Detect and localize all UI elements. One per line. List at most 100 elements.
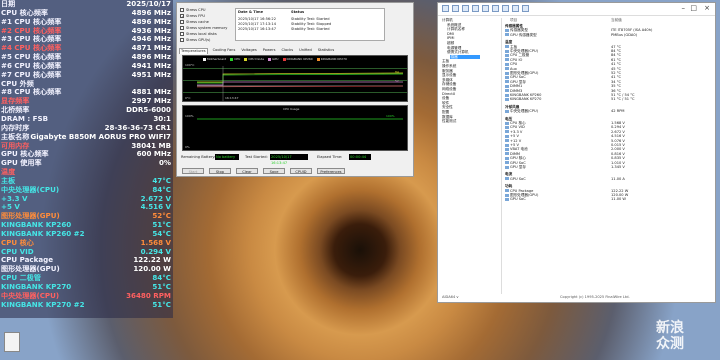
tools-icon[interactable]	[512, 5, 519, 12]
clear-button[interactable]: Clear	[236, 168, 258, 174]
osd-row: 中央处理器(CPU) 36480 RPM	[0, 292, 173, 301]
tab-statistics[interactable]: Statistics	[317, 48, 335, 54]
osd-value: 4951 MHz	[131, 70, 171, 79]
usage-line	[197, 118, 403, 120]
checkbox[interactable]	[180, 8, 184, 12]
desktop-file-icon[interactable]	[4, 332, 20, 352]
checkbox[interactable]	[180, 26, 184, 30]
start-button[interactable]: Start	[182, 168, 204, 174]
sensor-name: GPU SoC	[510, 160, 526, 165]
osd-label: CPU VID	[1, 247, 34, 256]
tab-voltages[interactable]: Voltages	[240, 48, 257, 54]
tab-temperatures[interactable]: Temperatures	[179, 48, 208, 54]
tab-cooling-fans[interactable]: Cooling Fans	[212, 48, 237, 54]
checkbox[interactable]	[180, 38, 184, 42]
osd-row: KINGBANK KP270 #2 51°C	[0, 301, 173, 310]
help-icon[interactable]	[522, 5, 529, 12]
checkbox[interactable]	[180, 32, 184, 36]
osd-row: CPU 核心 1.568 V	[0, 239, 173, 248]
sensor-value: 51 °C / 54 °C	[611, 93, 635, 97]
sensor-name: CPU VID	[510, 125, 525, 130]
minimize-icon[interactable]: –	[682, 4, 686, 12]
back-icon[interactable]	[442, 5, 449, 12]
sensor-icon	[505, 58, 509, 62]
osd-value: 51°C	[152, 300, 171, 309]
tab-powers[interactable]: Powers	[262, 48, 277, 54]
osd-value: 4896 MHz	[131, 8, 171, 17]
sensor-value: 41 °C	[611, 75, 622, 80]
osd-value: 2.672 V	[140, 194, 171, 203]
sensor-window[interactable]: – □ × 计算机 系统概述 计算机名称 DMI IPMI 超频 电源管理 便携式计算机 传感器…	[437, 2, 716, 303]
osd-row: #7 CPU 核心频率 4951 MHz	[0, 71, 173, 80]
navigation-tree: 计算机 系统概述 计算机名称 DMI IPMI 超频 电源管理 便携式计算机 传感器 主板 操作系统…	[440, 18, 502, 294]
stability-test-window[interactable]: Stress CPU ✓ Stress FPU Stress cache Stress …	[176, 2, 414, 177]
sensor-value: 36 °C	[611, 88, 622, 93]
sensor-name: CPU Package	[510, 188, 534, 193]
tree-item[interactable]: DirectX	[442, 92, 455, 96]
save-button[interactable]: Save	[263, 168, 285, 174]
sensor-value: 2.672 V	[611, 129, 625, 134]
sensor-value: 1.568 V	[611, 121, 625, 125]
graph-tabs: Temperatures Cooling Fans Voltages Powers Cl…	[179, 48, 335, 54]
sensor-icon	[505, 89, 509, 93]
wm-char: 测	[670, 336, 684, 352]
sensor-name: DIMM1	[510, 84, 523, 89]
sensor-value: 0.015 V	[611, 143, 625, 147]
sensor-icon	[505, 121, 509, 125]
log-time: 2025/10/17 17:13:14	[238, 22, 276, 26]
osd-value: 600 MHz	[136, 150, 171, 159]
tree-item[interactable]: DMI	[447, 32, 454, 36]
graph-tag: 52	[395, 79, 399, 83]
sensor-name: GPU 传感器类型	[510, 32, 537, 37]
osd-label: KINGBANK KP270 #2	[1, 300, 85, 309]
osd-row: 可用内存 38041 MB	[0, 142, 173, 151]
osd-row: CPU VID 0.294 V	[0, 248, 173, 257]
graph-tag: 84	[395, 70, 399, 74]
tree-item[interactable]: IPMI	[447, 36, 454, 40]
user-icon[interactable]	[482, 5, 489, 12]
forward-icon[interactable]	[452, 5, 459, 12]
osd-label: 温度	[1, 168, 16, 177]
tree-item[interactable]: 性能测试	[442, 119, 456, 124]
osd-label: 日期	[1, 0, 16, 8]
sensor-icon	[505, 109, 509, 113]
battery-label: Remaining Battery:	[181, 155, 216, 159]
osd-value: 52°C	[152, 212, 171, 221]
home-icon[interactable]	[502, 5, 509, 12]
close-icon[interactable]: ×	[704, 4, 710, 12]
elapsed-value: 00:00:44	[349, 154, 371, 160]
sensor-name: DIMM3	[510, 88, 523, 93]
osd-value: 4896 MHz	[131, 17, 171, 26]
sensor-name: Aux	[510, 66, 517, 71]
osd-row: #3 CPU 核心频率 4946 MHz	[0, 35, 173, 44]
refresh-icon[interactable]	[462, 5, 469, 12]
sensor-icon	[505, 45, 509, 49]
osd-value: 84°C	[152, 185, 171, 194]
osd-row: 图形处理器(GPU) 120.00 W	[0, 265, 173, 274]
checkbox[interactable]	[180, 20, 184, 24]
osd-value: 30:1	[153, 114, 171, 123]
stress-option-label: Stress local disks	[186, 32, 217, 36]
osd-label: #8 CPU 核心频率	[1, 88, 62, 97]
osd-row: KINGBANK KP260 #2 54°C	[0, 230, 173, 239]
preferences-button[interactable]: Preferences	[317, 168, 345, 174]
tab-unified[interactable]: Unified	[298, 48, 313, 54]
osd-value: DDR5-6000	[126, 106, 171, 115]
maximize-icon[interactable]: □	[690, 4, 697, 12]
sensor-name: KINGBANK KP270	[510, 97, 542, 102]
osd-value: 51°C	[152, 283, 171, 291]
checkbox[interactable]: ✓	[180, 14, 184, 19]
tab-clocks[interactable]: Clocks	[280, 48, 294, 54]
osd-label: GPU 使用率	[1, 159, 42, 168]
chart-icon[interactable]	[492, 5, 499, 12]
cpuid-button[interactable]: CPUID	[290, 168, 312, 174]
osd-row: 主板名称 Gigabyte B850M AORUS PRO WIFI7	[0, 133, 173, 142]
sensor-value: 42 RPM	[611, 109, 625, 114]
report-icon[interactable]	[472, 5, 479, 12]
osd-label: CPU 二极管	[1, 274, 41, 283]
temperature-graph: Motherboard CPU CPU Diode GPU KINGBANK KP260…	[182, 55, 408, 102]
stress-option[interactable]: Stress GPU(s)	[180, 37, 210, 43]
stop-button[interactable]: Stop	[209, 168, 231, 174]
graph-time-tag: 16:13:47	[225, 96, 239, 100]
wm-char: 浪	[670, 320, 684, 336]
